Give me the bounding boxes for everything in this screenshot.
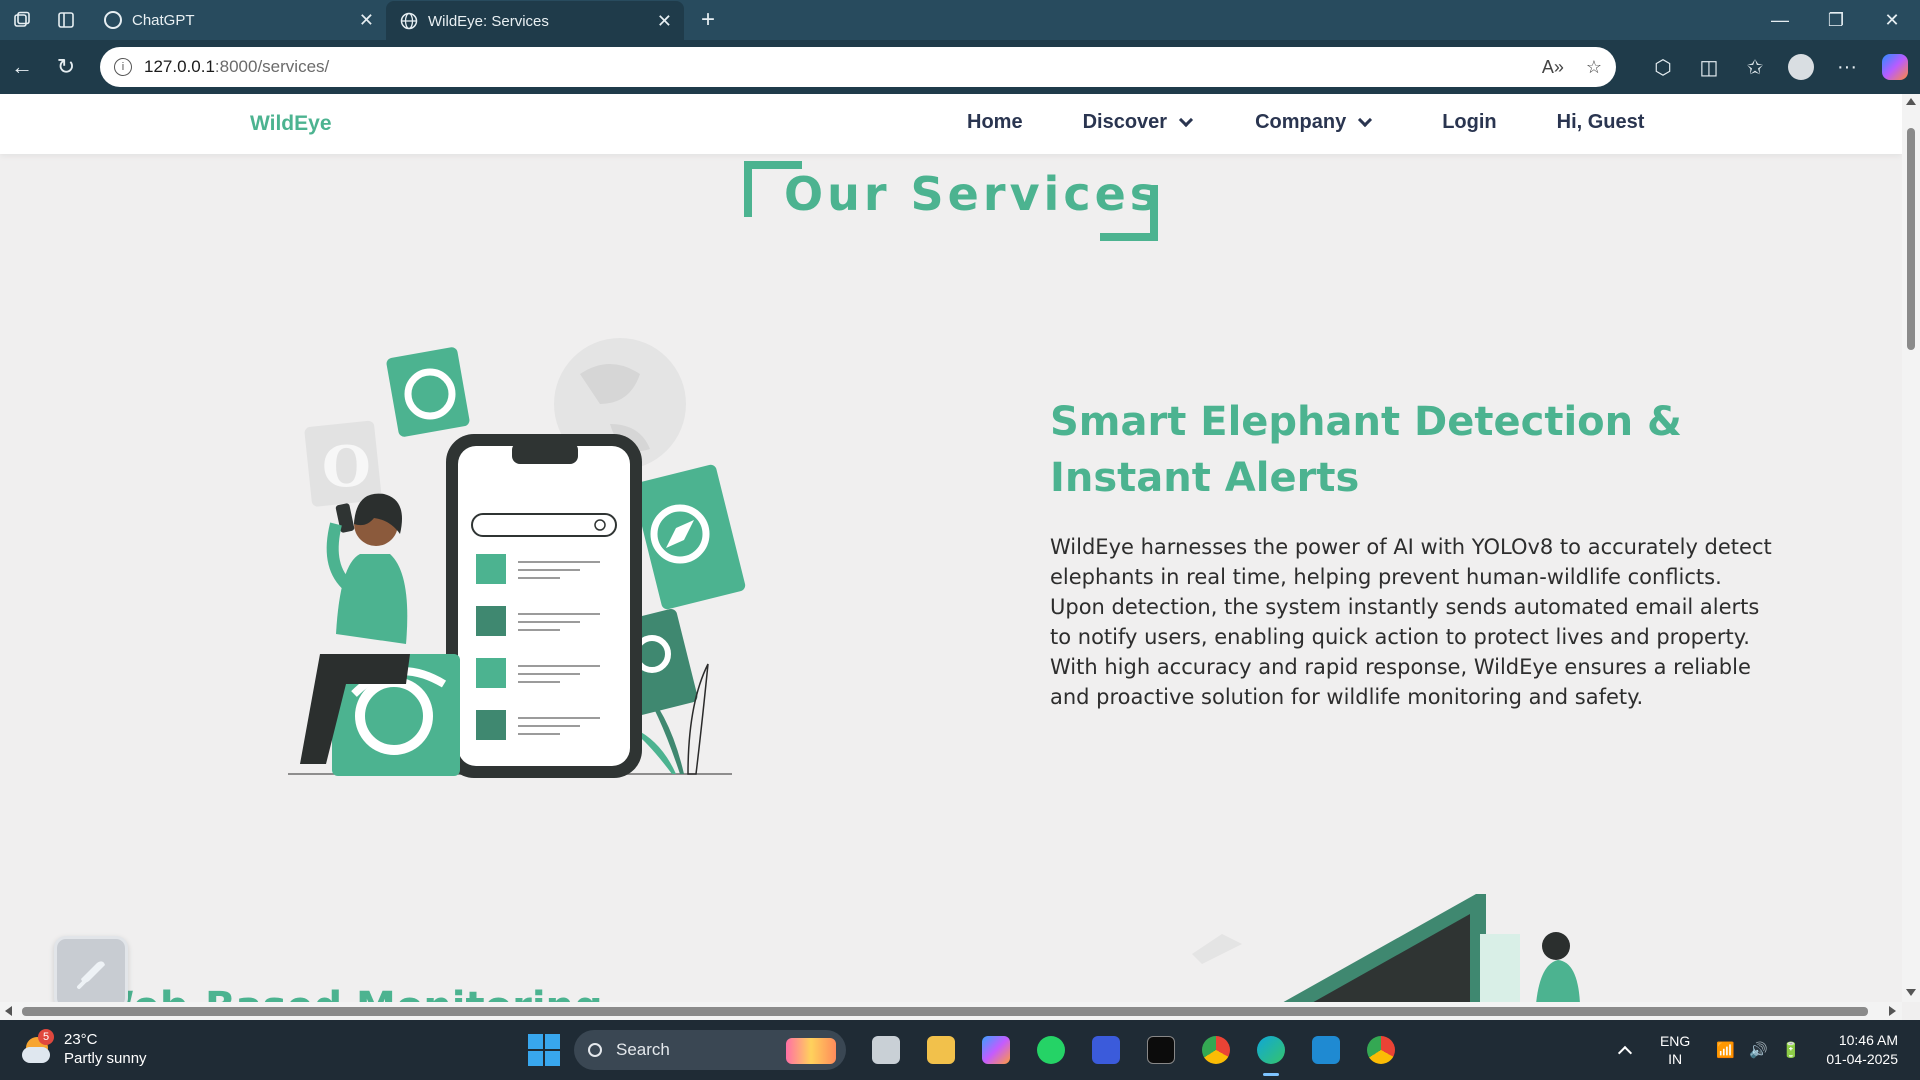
search-label: Search xyxy=(616,1040,670,1059)
file-explorer-icon[interactable] xyxy=(913,1028,968,1072)
favorites-icon[interactable]: ✩ xyxy=(1732,55,1778,80)
nav-home-link[interactable]: Home xyxy=(967,111,1023,134)
tab-title: ChatGPT xyxy=(132,11,195,29)
terminal-icon[interactable] xyxy=(1133,1028,1188,1072)
floating-assistant-button[interactable] xyxy=(54,936,128,1002)
vertical-scrollbar[interactable] xyxy=(1902,94,1920,1002)
search-highlight-icon xyxy=(786,1038,836,1064)
nav-discover-label: Discover xyxy=(1082,111,1168,133)
partly-sunny-icon: 5 xyxy=(22,1029,54,1065)
svg-text:O: O xyxy=(322,434,371,500)
chrome-icon[interactable] xyxy=(1188,1028,1243,1072)
favorite-star-icon[interactable]: ☆ xyxy=(1586,57,1602,78)
close-tab-icon[interactable]: ✕ xyxy=(657,11,672,32)
task-view-icon[interactable] xyxy=(858,1028,913,1072)
address-bar[interactable]: i 127.0.0.1:8000/services/ A» ☆ xyxy=(100,47,1616,87)
copilot-app-icon[interactable] xyxy=(968,1028,1023,1072)
globe-icon xyxy=(400,12,418,30)
taskbar-search[interactable]: Search xyxy=(574,1030,846,1070)
new-tab-button[interactable]: + xyxy=(688,0,728,40)
minimize-icon[interactable]: — xyxy=(1752,0,1808,40)
windows-taskbar: 5 23°C Partly sunny Search ENG IN 📶 🔊 🔋 … xyxy=(0,1020,1920,1080)
url-path: :8000/services/ xyxy=(214,57,330,76)
volume-icon[interactable]: 🔊 xyxy=(1749,1041,1768,1059)
extensions-icon[interactable]: ⬡ xyxy=(1640,55,1686,80)
site-navbar: WildEye Home Discover Company Login Hi, … xyxy=(0,94,1902,154)
page-viewport: WildEye Home Discover Company Login Hi, … xyxy=(0,94,1902,1002)
lang-code: ENG xyxy=(1659,1033,1691,1049)
back-icon[interactable]: ← xyxy=(0,40,44,94)
whatsapp-icon[interactable] xyxy=(1023,1028,1078,1072)
scroll-left-icon[interactable] xyxy=(5,1006,12,1016)
more-options-icon[interactable]: ··· xyxy=(1824,56,1870,79)
chatgpt-favicon-icon xyxy=(104,11,122,29)
read-aloud-icon[interactable]: A» xyxy=(1542,57,1564,78)
chrome-profile-icon[interactable] xyxy=(1353,1028,1408,1072)
nav-company-label: Company xyxy=(1255,111,1347,133)
windows-start-icon[interactable] xyxy=(528,1034,560,1066)
refresh-icon[interactable]: ↻ xyxy=(44,40,88,94)
tab-wildeye-services[interactable]: WildEye: Services ✕ xyxy=(386,1,684,41)
nav-discover-dropdown[interactable]: Discover xyxy=(1082,111,1194,134)
editor-app-icon[interactable] xyxy=(1078,1028,1133,1072)
next-service-title: Web-Based Monitoring xyxy=(90,984,603,1002)
region-code: IN xyxy=(1668,1051,1683,1067)
notification-badge: 5 xyxy=(38,1029,54,1045)
system-clock[interactable]: 10:46 AM 01-04-2025 xyxy=(1826,1031,1898,1069)
page-title: Our Services xyxy=(784,167,1162,221)
weather-widget[interactable]: 5 23°C Partly sunny xyxy=(22,1029,147,1068)
weather-temp: 23°C xyxy=(64,1031,98,1048)
show-hidden-icons-icon[interactable] xyxy=(1617,1045,1633,1061)
service-illustration: O xyxy=(280,324,760,789)
edge-icon[interactable] xyxy=(1243,1028,1298,1076)
battery-icon[interactable]: 🔋 xyxy=(1782,1041,1801,1059)
close-tab-icon[interactable]: ✕ xyxy=(359,10,374,31)
scrollbar-thumb[interactable] xyxy=(22,1007,1868,1016)
workspaces-icon[interactable] xyxy=(0,0,44,40)
copilot-icon[interactable] xyxy=(1882,54,1908,80)
chevron-down-icon xyxy=(1358,112,1373,127)
scroll-right-icon[interactable] xyxy=(1889,1006,1896,1016)
nav-company-dropdown[interactable]: Company xyxy=(1255,111,1373,134)
brand-logo[interactable]: WildEye xyxy=(250,112,332,136)
tab-chatgpt[interactable]: ChatGPT ✕ xyxy=(90,0,386,40)
tab-title: WildEye: Services xyxy=(428,12,549,30)
close-window-icon[interactable]: ✕ xyxy=(1864,0,1920,40)
language-indicator[interactable]: ENG IN xyxy=(1660,1032,1690,1068)
clock-date: 01-04-2025 xyxy=(1826,1051,1898,1067)
scrollbar-thumb[interactable] xyxy=(1907,128,1915,350)
address-toolbar: ← ↻ i 127.0.0.1:8000/services/ A» ☆ ⬡ ◫ … xyxy=(0,40,1920,94)
monitoring-illustration xyxy=(1180,894,1600,1002)
nav-user-greeting[interactable]: Hi, Guest xyxy=(1557,111,1645,134)
nav-login-link[interactable]: Login xyxy=(1442,111,1496,134)
wifi-icon[interactable]: 📶 xyxy=(1716,1041,1735,1059)
clock-time: 10:46 AM xyxy=(1838,1032,1898,1048)
scroll-down-icon[interactable] xyxy=(1906,989,1916,996)
url-host: 127.0.0.1 xyxy=(144,57,215,76)
section-heading: Our Services xyxy=(744,161,1158,241)
profile-avatar[interactable] xyxy=(1788,54,1814,80)
assistant-icon xyxy=(77,961,105,989)
browser-tab-bar: ChatGPT ✕ WildEye: Services ✕ + — ❐ ✕ xyxy=(0,0,1920,41)
chevron-down-icon xyxy=(1179,112,1194,127)
service-description: WildEye harnesses the power of AI with Y… xyxy=(1050,535,1772,709)
horizontal-scrollbar[interactable] xyxy=(0,1002,1902,1020)
site-info-icon[interactable]: i xyxy=(114,58,132,76)
vertical-tabs-icon[interactable] xyxy=(44,0,88,40)
weather-desc: Partly sunny xyxy=(64,1050,147,1067)
restore-icon[interactable]: ❐ xyxy=(1808,0,1864,40)
vscode-icon[interactable] xyxy=(1298,1028,1353,1072)
search-icon xyxy=(588,1043,602,1057)
scroll-up-icon[interactable] xyxy=(1906,98,1916,105)
split-screen-icon[interactable]: ◫ xyxy=(1686,55,1732,80)
service-title: Smart Elephant Detection & Instant Alert… xyxy=(1050,399,1682,501)
